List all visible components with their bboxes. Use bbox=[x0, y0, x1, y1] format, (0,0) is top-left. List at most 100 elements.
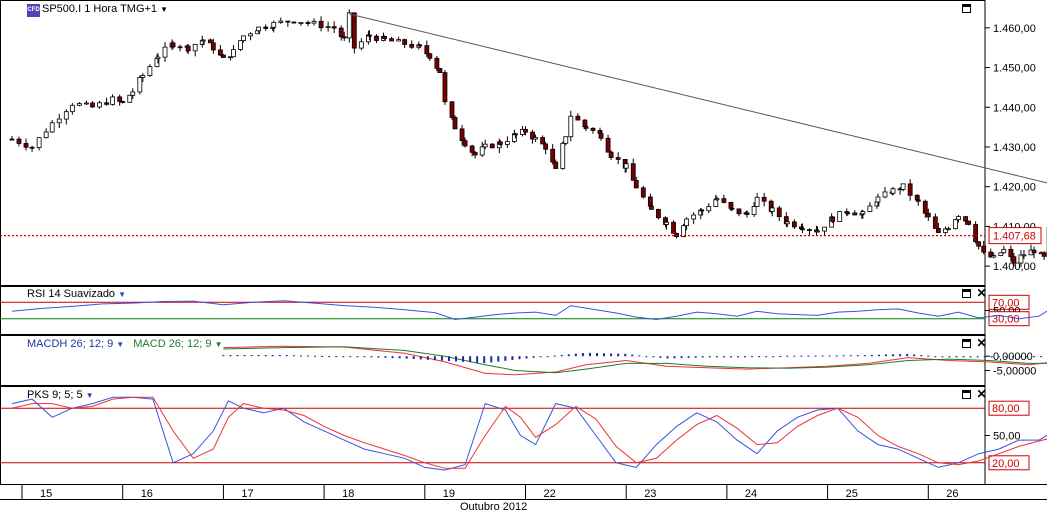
price-candle-body bbox=[769, 207, 775, 212]
price-candle-body bbox=[837, 211, 843, 222]
macd-histogram-bar bbox=[426, 356, 429, 360]
price-candle-body bbox=[210, 42, 216, 51]
price-candle-body bbox=[860, 211, 866, 215]
price-candle-body bbox=[331, 26, 337, 29]
price-candle-body bbox=[170, 42, 176, 48]
close-icon[interactable]: ✕ bbox=[976, 388, 987, 400]
pks-y-tick-label: 20,00 bbox=[992, 458, 1020, 470]
price-candle-body bbox=[852, 212, 858, 216]
price-candle-body bbox=[543, 143, 549, 150]
price-candle-body bbox=[29, 146, 35, 149]
x-axis-tick-label: 23 bbox=[644, 488, 656, 500]
x-axis-month-label: Outubro 2012 bbox=[460, 501, 528, 513]
price-candle-body bbox=[728, 201, 734, 209]
macd-histogram-bar bbox=[934, 356, 937, 358]
price-candle-body bbox=[981, 245, 987, 253]
price-candle-body bbox=[479, 146, 485, 156]
maximize-icon[interactable] bbox=[962, 4, 971, 13]
price-candle-body bbox=[925, 212, 931, 218]
price-candle-body bbox=[23, 143, 29, 148]
pks-panel-title[interactable]: PKS 9; 5; 5 ▼ bbox=[27, 389, 94, 401]
price-candle-body bbox=[217, 49, 223, 56]
macd-histogram-bar bbox=[842, 355, 845, 357]
macd-histogram-bar bbox=[581, 353, 584, 357]
macd-histogram-bar bbox=[666, 356, 669, 359]
price-candle-body bbox=[200, 39, 206, 42]
rsi-panel-title[interactable]: RSI 14 Suavizado ▼ bbox=[27, 288, 126, 300]
macd-histogram-bar bbox=[1025, 356, 1028, 358]
close-icon[interactable]: ✕ bbox=[976, 287, 987, 299]
price-candle-body bbox=[489, 143, 495, 149]
price-candle-body bbox=[207, 39, 213, 44]
macd-histogram-bar bbox=[927, 355, 930, 357]
price-candle-body bbox=[120, 101, 126, 103]
macd-histogram-bar bbox=[955, 356, 958, 358]
price-candle-body bbox=[845, 212, 851, 215]
chevron-down-icon[interactable]: ▼ bbox=[116, 340, 124, 349]
macd-histogram-bar bbox=[680, 356, 683, 359]
price-candle-body bbox=[608, 151, 614, 158]
macd-histogram-bar bbox=[229, 355, 232, 357]
price-candle-body bbox=[43, 131, 49, 139]
price-candle-body bbox=[915, 199, 921, 202]
macd-histogram-bar bbox=[701, 356, 704, 358]
macd-histogram-bar bbox=[560, 354, 563, 357]
macd-histogram-bar bbox=[793, 355, 796, 357]
macd-histogram-bar bbox=[990, 356, 993, 358]
macd-histogram-bar bbox=[567, 354, 570, 357]
macd-histogram-bar bbox=[257, 355, 260, 357]
x-axis-tick-label: 17 bbox=[241, 488, 253, 500]
price-candle-body bbox=[36, 137, 42, 148]
price-candle-body bbox=[882, 191, 888, 198]
macd-histogram-bar bbox=[384, 356, 387, 358]
price-candle-body bbox=[946, 228, 951, 231]
macd-histogram-bar bbox=[997, 356, 1000, 358]
rsi-panel-title-text[interactable]: RSI 14 Suavizado bbox=[27, 288, 115, 300]
macd-histogram-bar bbox=[525, 356, 528, 359]
macd-histogram-bar bbox=[250, 355, 253, 357]
price-panel-title-text[interactable]: SP500.I 1 Hora TMG+1 bbox=[42, 3, 157, 15]
maximize-icon[interactable] bbox=[962, 390, 971, 399]
macd-panel-title[interactable]: MACDH 26; 12; 9 ▼ MACD 26; 12; 9 ▼ bbox=[27, 338, 223, 350]
price-candle-body bbox=[1021, 254, 1027, 257]
price-candle-body bbox=[691, 214, 697, 220]
price-candle-body bbox=[630, 163, 636, 181]
price-candle-body bbox=[875, 196, 881, 203]
maximize-icon[interactable] bbox=[962, 339, 971, 348]
macd-histogram-bar bbox=[687, 356, 690, 358]
maximize-icon[interactable] bbox=[962, 289, 971, 298]
price-candle-body bbox=[263, 26, 269, 29]
macd-histogram-bar bbox=[447, 356, 450, 362]
price-candle-body bbox=[155, 56, 161, 60]
macd-histogram-bar bbox=[1040, 356, 1043, 358]
macd-histogram-bar bbox=[574, 353, 577, 357]
macdh-title-text[interactable]: MACDH 26; 12; 9 bbox=[27, 338, 113, 350]
price-candle-body bbox=[736, 208, 742, 215]
price-candle-body bbox=[452, 117, 458, 130]
chevron-down-icon[interactable]: ▼ bbox=[160, 5, 168, 14]
macd-histogram-bar bbox=[899, 354, 902, 357]
macd-histogram-bar bbox=[786, 355, 789, 357]
price-candle-body bbox=[953, 219, 958, 230]
price-candle-body bbox=[497, 141, 503, 145]
macd-histogram-bar bbox=[243, 355, 246, 357]
price-candle-body bbox=[976, 241, 982, 247]
macd-title-text[interactable]: MACD 26; 12; 9 bbox=[133, 338, 211, 350]
close-icon[interactable]: ✕ bbox=[976, 337, 987, 349]
price-candle-body bbox=[615, 157, 621, 160]
price-panel-title[interactable]: SP500.I 1 Hora TMG+1 ▼ bbox=[42, 3, 168, 15]
chevron-down-icon[interactable]: ▼ bbox=[86, 391, 94, 400]
macd-histogram-bar bbox=[595, 353, 598, 357]
price-candle-body bbox=[459, 128, 465, 142]
chevron-down-icon[interactable]: ▼ bbox=[215, 340, 223, 349]
macd-histogram-bar bbox=[440, 356, 443, 361]
macd-histogram-bar bbox=[588, 352, 591, 357]
macd-histogram-bar bbox=[617, 353, 620, 357]
price-candle-body bbox=[648, 205, 654, 210]
chevron-down-icon[interactable]: ▼ bbox=[118, 290, 126, 299]
macd-histogram-bar bbox=[455, 356, 458, 362]
price-candle-body bbox=[754, 196, 760, 207]
pks-panel-title-text[interactable]: PKS 9; 5; 5 bbox=[27, 389, 83, 401]
price-candle-body bbox=[761, 196, 767, 202]
price-candle-body bbox=[1011, 256, 1017, 264]
